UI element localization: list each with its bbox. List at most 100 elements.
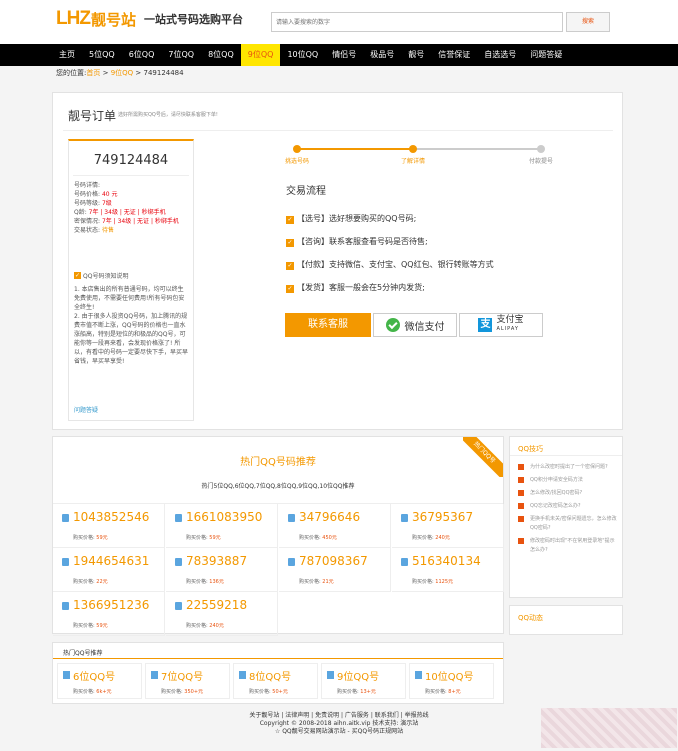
number-icon (175, 514, 182, 522)
wechat-icon (385, 318, 400, 332)
category-name[interactable]: 6位QQ号 (73, 668, 115, 683)
detail-key: 交易状态: (74, 227, 102, 234)
detail-row: 号码价格: 40 元 (74, 190, 179, 199)
category-name[interactable]: 10位QQ号 (425, 668, 473, 683)
hot-number[interactable]: 1043852546 (73, 510, 149, 524)
category-card[interactable]: 10位QQ号 购买价格: 8+元 (409, 663, 494, 699)
checkbox-icon: ✓ (74, 272, 81, 279)
hot-number-card[interactable]: 516340134 购买价格: 1125元 (392, 548, 504, 592)
category-card[interactable]: 6位QQ号 购买价格: 6k+元 (57, 663, 142, 699)
hot-number-card[interactable]: 1944654631 购买价格: 22元 (53, 548, 165, 592)
hot-subtitle: 热门5位QQ,6位QQ,7位QQ,8位QQ,9位QQ,10位QQ推荐 (201, 483, 355, 490)
search-input[interactable] (272, 13, 562, 31)
nav-item[interactable]: 5位QQ (82, 44, 122, 66)
price-label: 购买价格: (161, 689, 185, 695)
number-icon (288, 514, 295, 522)
nav-item[interactable]: 信誉保证 (431, 44, 477, 66)
price-label: 购买价格: (186, 623, 210, 629)
category-price: 购买价格: 50+元 (249, 688, 288, 695)
hot-number-card[interactable]: 36795367 购买价格: 240元 (392, 504, 504, 548)
nav-item[interactable]: 靓号 (401, 44, 431, 66)
price-value: 240元 (435, 535, 450, 541)
top-bar: LHZ 靓号站 一站式号码选购平台 搜索 (0, 0, 678, 44)
nav-item[interactable]: 6位QQ (122, 44, 162, 66)
flow-item: ✓ 【咨询】联系客服查看号码是否待售; (286, 230, 494, 253)
nav-item[interactable]: 9位QQ (240, 44, 281, 66)
hot-number[interactable]: 22559218 (186, 598, 247, 612)
hot-price: 购买价格: 450元 (299, 534, 337, 541)
tip-link[interactable]: 为什么改密时提出了一个密保问题? (518, 463, 618, 472)
nav-item[interactable]: 自选选号 (477, 44, 523, 66)
number-icon (288, 558, 295, 566)
nav-item[interactable]: 10位QQ (280, 44, 325, 66)
nav-item[interactable]: 主页 (52, 44, 82, 66)
category-name[interactable]: 8位QQ号 (249, 668, 291, 683)
contact-service-button[interactable]: 联系客服 (285, 313, 371, 337)
step-dot (409, 145, 417, 153)
tip-link[interactable]: 更换手机未关/密保问题遗忘，怎么修改QQ密码? (518, 515, 618, 533)
hot-number[interactable]: 1366951236 (73, 598, 149, 612)
detail-key: 密保情况: (74, 218, 102, 225)
flow-text: 【选号】选好想要购买的QQ号码; (297, 214, 417, 223)
price-label: 购买价格: (73, 689, 97, 695)
price-value: 136元 (209, 579, 224, 585)
search-button[interactable]: 搜索 (566, 12, 610, 32)
detail-row: Q龄: 7年 | 34级 | 无证 | 秒绑手机 (74, 208, 179, 217)
nav-item[interactable]: 情侣号 (325, 44, 363, 66)
hot-number[interactable]: 34796646 (299, 510, 360, 524)
category-card[interactable]: 8位QQ号购买价格: 50+元 (233, 663, 318, 699)
category-name[interactable]: 9位QQ号 (337, 668, 379, 683)
number-icon (415, 671, 422, 679)
hot-number-card[interactable]: 1366951236 购买价格: 59元 (53, 592, 165, 636)
hot-number[interactable]: 787098367 (299, 554, 368, 568)
tip-text: 为什么改密时提出了一个密保问题? (530, 464, 608, 470)
detail-row: 交易状态: 待售 (74, 226, 179, 235)
search-box (271, 12, 563, 32)
hot-number-card[interactable]: 787098367 购买价格: 21元 (279, 548, 391, 592)
hot-number-card[interactable]: 78393887 购买价格: 136元 (166, 548, 278, 592)
nav-item[interactable]: 7位QQ (161, 44, 201, 66)
checkbox-icon: ✓ (286, 216, 294, 224)
hot-number[interactable]: 1944654631 (73, 554, 149, 568)
crumb-category-link[interactable]: 9位QQ (111, 69, 133, 77)
hot-number[interactable]: 78393887 (186, 554, 247, 568)
details-label: 号码详情: (74, 182, 101, 189)
nav-item[interactable]: 极品号 (363, 44, 401, 66)
category-card[interactable]: 9位QQ号 购买价格: 13+元 (321, 663, 406, 699)
hot-price: 购买价格: 59元 (186, 534, 221, 541)
wechat-pay-button[interactable]: 微信支付 (373, 313, 457, 337)
price-label: 购买价格: (412, 579, 436, 585)
tip-link[interactable]: QQ积分申请安全码方法 (518, 476, 618, 485)
detail-value: 7年 | 34级 | 无证 | 秒绑手机 (88, 209, 166, 216)
doc-icon (518, 538, 524, 544)
nav-item[interactable]: 问题答疑 (523, 44, 569, 66)
crumb-home-link[interactable]: 首页 (86, 69, 100, 77)
hot-number-card[interactable]: 22559218 购买价格: 240元 (166, 592, 278, 636)
detail-value: 待售 (101, 227, 114, 234)
nav-item[interactable]: 8位QQ (201, 44, 241, 66)
logo-cn: 靓号站 (90, 10, 136, 29)
hot-number[interactable]: 36795367 (412, 510, 473, 524)
hot-price: 购买价格: 22元 (73, 578, 108, 585)
wechat-label: 微信支付 (404, 321, 445, 333)
tip-link[interactable]: QQ忘记改密码怎么办? (518, 502, 618, 511)
number-icon (175, 602, 182, 610)
hot-number[interactable]: 1661083950 (186, 510, 262, 524)
tip-link[interactable]: 怎么修改/找回QQ密码? (518, 489, 618, 498)
price-value: 22元 (96, 579, 108, 585)
tip-link[interactable]: 修改密码时出现"不在常用登录地"提示怎么办? (518, 537, 618, 555)
detail-row: 密保情况: 7年 | 34级 | 无证 | 秒绑手机 (74, 217, 179, 226)
faq-link[interactable]: 问题答疑 (74, 405, 98, 414)
hot-number-card[interactable]: 1043852546 购买价格: 59元 (53, 504, 165, 548)
alipay-button[interactable]: 支支付宝 ALIPAY (459, 313, 543, 337)
hot-number[interactable]: 516340134 (412, 554, 481, 568)
hot-price: 购买价格: 1125元 (412, 578, 453, 585)
category-card[interactable]: 7位QQ号 购买价格: 350+元 (145, 663, 230, 699)
category-name[interactable]: 7位QQ号 (161, 668, 203, 683)
doc-icon (518, 503, 524, 509)
tips-sidebar: QQ技巧 为什么改密时提出了一个密保问题? QQ积分申请安全码方法 怎么修改/找回Q… (509, 436, 623, 598)
site-logo[interactable]: LHZ 靓号站 一站式号码选购平台 (56, 8, 243, 30)
checkbox-icon: ✓ (286, 262, 294, 270)
hot-number-card[interactable]: 34796646 购买价格: 450元 (279, 504, 391, 548)
hot-number-card[interactable]: 1661083950 购买价格: 59元 (166, 504, 278, 548)
